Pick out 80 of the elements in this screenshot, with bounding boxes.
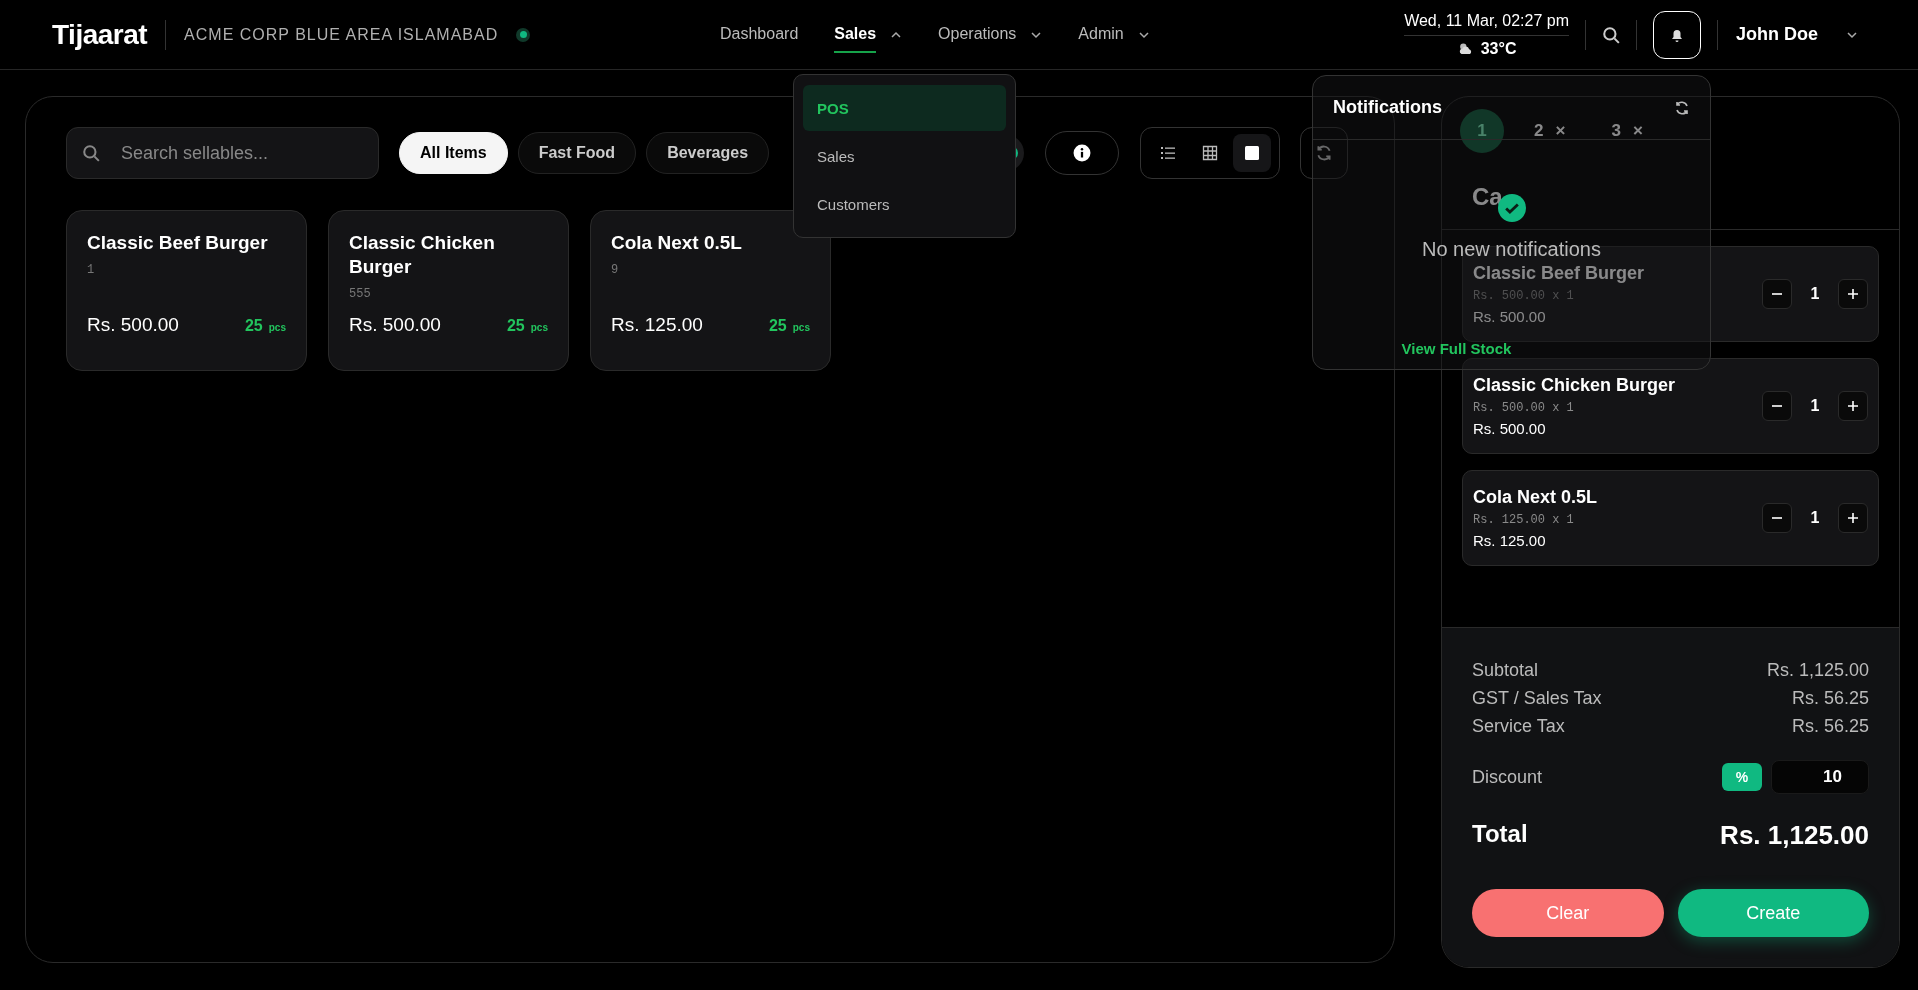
- nav-link[interactable]: Operations: [938, 16, 1017, 53]
- stock-unit: pcs: [268, 322, 286, 333]
- unit-price: Rs. 125.00 x 1: [1473, 513, 1575, 527]
- plus-icon: [1847, 400, 1859, 412]
- product-code: 1: [87, 262, 96, 277]
- total-label: Total: [1472, 820, 1528, 849]
- summary-label: GST / Sales Tax: [1472, 687, 1602, 710]
- product-name: Classic Beef Burger: [87, 231, 269, 255]
- summary-value: Rs. 56.25: [1791, 715, 1869, 738]
- decrease-button[interactable]: [1762, 503, 1792, 533]
- stock-count: 25: [506, 317, 525, 335]
- nav-link[interactable]: Dashboard: [720, 16, 799, 53]
- empty-message: No new notifications: [1422, 238, 1601, 261]
- menu-item[interactable]: Sales: [803, 133, 1006, 179]
- app-logo[interactable]: Tijaarat: [52, 18, 148, 51]
- item-name: Classic Chicken Burger: [1473, 375, 1677, 396]
- summary-value: Rs. 1,125.00: [1766, 659, 1869, 682]
- date-time: Wed, 11 Mar, 02:27 pm: [1404, 11, 1569, 36]
- product-card[interactable]: Classic Chicken Burger 555 Rs. 500.00 25 pcs: [328, 210, 569, 371]
- search-icon: [82, 144, 100, 162]
- increase-button[interactable]: [1838, 391, 1868, 421]
- menu-item[interactable]: POS: [803, 85, 1006, 131]
- summary-label: Service Tax: [1472, 715, 1565, 738]
- nav-link[interactable]: Admin: [1078, 16, 1124, 53]
- popover-title: Notifications: [1333, 97, 1442, 118]
- close-mark[interactable]: ×: [1555, 121, 1566, 141]
- quantity: 1: [1809, 397, 1821, 415]
- info-button[interactable]: [1045, 131, 1120, 175]
- view-button[interactable]: [1233, 134, 1272, 172]
- summary-label: Subtotal: [1472, 659, 1539, 682]
- product-name: Cola Next 0.5L: [611, 231, 743, 255]
- product-code: 9: [611, 262, 620, 277]
- cart-tab[interactable]: 2 ×: [1518, 109, 1582, 153]
- product-price: Rs. 500.00: [349, 314, 441, 336]
- location-name: ACME CORP BLUE AREA ISLAMABAD: [184, 25, 499, 44]
- total-value: Rs. 1,125.00: [1720, 820, 1869, 851]
- stock-count: 25: [244, 317, 263, 335]
- quantity: 1: [1809, 285, 1821, 303]
- notifications-button[interactable]: [1653, 10, 1701, 59]
- cart-tab[interactable]: 3 ×: [1595, 109, 1659, 153]
- category-chip[interactable]: Fast Food: [517, 132, 637, 174]
- product-card[interactable]: Cola Next 0.5L 9 Rs. 125.00 25 pcs: [590, 210, 831, 371]
- view-stock-link[interactable]: View Full Stock: [1401, 340, 1512, 357]
- table-icon: [1202, 145, 1219, 161]
- product-price: Rs. 500.00: [87, 314, 179, 336]
- increase-button[interactable]: [1838, 503, 1868, 533]
- plus-icon: [1847, 512, 1859, 524]
- search-icon[interactable]: [1602, 25, 1620, 44]
- product-card[interactable]: Classic Beef Burger 1 Rs. 500.00 25 pcs: [66, 210, 307, 371]
- square-icon: [1244, 145, 1261, 161]
- nav-link[interactable]: Sales: [834, 16, 877, 53]
- item-total: Rs. 125.00: [1473, 532, 1547, 549]
- product-price: Rs. 125.00: [611, 314, 703, 336]
- item-total: Rs. 500.00: [1473, 308, 1547, 325]
- stock-unit: pcs: [530, 322, 548, 333]
- discount-label: Discount: [1472, 766, 1544, 788]
- discount-field[interactable]: 10: [1771, 760, 1869, 794]
- quantity: 1: [1809, 509, 1821, 527]
- product-name: Classic Chicken Burger: [349, 231, 496, 279]
- stock-count: 25: [768, 317, 787, 335]
- list-icon: [1160, 145, 1177, 161]
- category-chip[interactable]: All Items: [399, 132, 508, 174]
- close-mark[interactable]: ×: [1632, 121, 1643, 141]
- temperature: 33°C: [1480, 39, 1517, 58]
- decrease-button[interactable]: [1762, 279, 1792, 309]
- plus-icon: [1847, 288, 1859, 300]
- item-name: Cola Next 0.5L: [1473, 487, 1599, 508]
- search-field[interactable]: Search sellables...: [66, 127, 379, 179]
- decrease-button[interactable]: [1762, 391, 1792, 421]
- product-code: 555: [349, 286, 372, 301]
- info-icon: [1073, 144, 1092, 162]
- item-name: Classic Beef Burger: [1473, 263, 1646, 284]
- unit-price: Rs. 500.00 x 1: [1473, 401, 1575, 415]
- summary-value: Rs. 56.25: [1791, 687, 1869, 710]
- item-total: Rs. 500.00: [1473, 420, 1547, 437]
- category-chip[interactable]: Beverages: [646, 132, 770, 174]
- user-name[interactable]: John Doe: [1736, 24, 1818, 45]
- stock-unit: pcs: [792, 322, 810, 333]
- refresh-icon[interactable]: [1674, 99, 1690, 116]
- increase-button[interactable]: [1838, 279, 1868, 309]
